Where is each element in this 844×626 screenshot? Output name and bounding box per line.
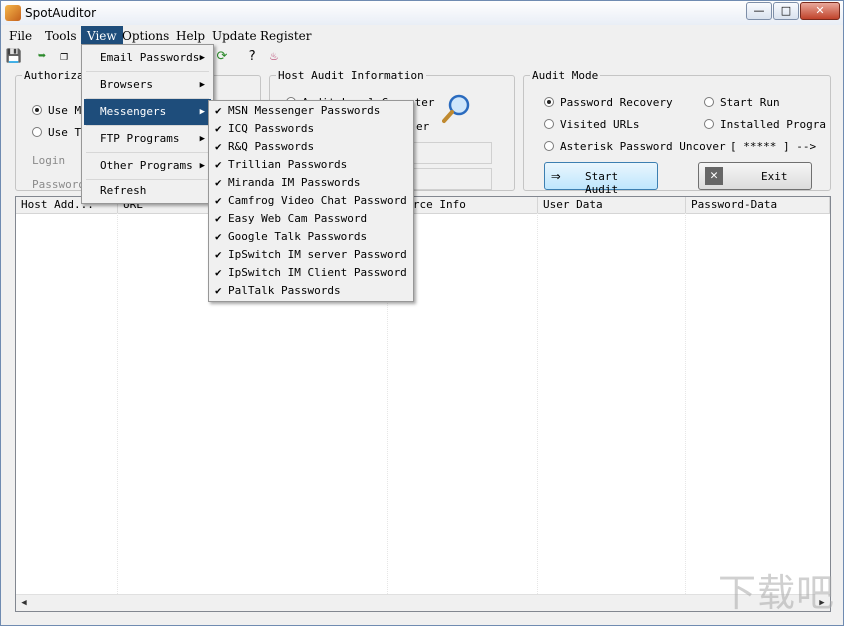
password-label: Password [32,178,85,191]
host-audit-legend: Host Audit Information [278,69,424,82]
grid-divider [537,213,538,594]
checkmark-icon: ✔ [215,266,222,279]
submenu-ipswitch-client[interactable]: ✔ IpSwitch IM Client Password [211,264,411,282]
magnifier-icon[interactable] [442,94,472,124]
menu-browsers[interactable]: Browsers ▶ [84,72,211,98]
results-grid[interactable]: Host Add... URL Source Info User Data Pa… [15,196,831,612]
help-icon[interactable]: ? [243,48,261,66]
menu-help[interactable]: Help [170,26,211,46]
grid-divider [685,213,686,594]
radio-selected-icon [32,105,42,115]
refresh-icon[interactable]: ⟳ [213,48,231,66]
menu-register[interactable]: Register [254,26,317,46]
menu-messengers[interactable]: Messengers ▶ [84,99,211,125]
auth-option-2[interactable]: Use T [32,126,81,139]
close-icon: ✕ [815,4,825,17]
exit-button[interactable]: ✕ Exit [698,162,812,190]
submenu-ipswitch-server[interactable]: ✔ IpSwitch IM server Password [211,246,411,264]
audit-remote-fragment: er [416,120,430,133]
start-audit-button[interactable]: ⇒ Start Audit [544,162,658,196]
watermark-logo: 下载吧 [717,571,835,615]
auth-option-1[interactable]: Use M [32,104,81,117]
menu-options[interactable]: Options [116,26,175,46]
scroll-left-icon[interactable]: ◀ [16,595,32,611]
arrow-right-icon: ⇒ [551,166,561,185]
submenu-arrow-icon: ▶ [199,80,205,90]
login-label: Login [32,154,66,167]
col-user-data[interactable]: User Data [538,197,686,213]
book-icon[interactable]: ♨ [265,48,283,66]
minimize-button[interactable]: — [746,2,772,20]
checkmark-icon: ✔ [215,284,222,297]
submenu-arrow-icon: ▶ [199,134,205,144]
submenu-trillian[interactable]: ✔ Trillian Passwords [211,156,411,174]
export-icon[interactable]: ➥ [33,48,51,66]
menu-tools[interactable]: Tools [39,26,83,46]
radio-icon [704,119,714,129]
checkmark-icon: ✔ [215,158,222,171]
radio-icon [704,97,714,107]
submenu-arrow-icon: ▶ [199,107,205,117]
checkmark-icon: ✔ [215,140,222,153]
close-button[interactable]: ✕ [800,2,840,20]
mode-installed-programs[interactable]: Installed Progra [704,118,826,131]
copy-icon[interactable]: ❐ [55,48,73,66]
save-icon[interactable]: 💾 [5,48,23,66]
audit-mode-legend: Audit Mode [532,69,599,82]
menu-other-programs[interactable]: Other Programs ▶ [84,153,211,179]
app-icon [5,5,21,21]
checkmark-icon: ✔ [215,230,222,243]
submenu-msn[interactable]: ✔ MSN Messenger Passwords [211,102,411,120]
checkmark-icon: ✔ [215,212,222,225]
menu-bar: File Tools View Options Help Update Regi… [1,26,843,46]
submenu-arrow-icon: ▶ [199,53,205,63]
grid-divider [117,213,118,594]
checkmark-icon: ✔ [215,122,222,135]
col-password-data[interactable]: Password-Data [686,197,830,213]
audit-mode-group: Audit Mode Password Recovery Start Run V… [523,69,831,196]
radio-icon [32,127,42,137]
mode-start-run[interactable]: Start Run [704,96,780,109]
title-bar: SpotAuditor — □ ✕ [1,1,843,25]
checkmark-icon: ✔ [215,248,222,261]
mode-asterisk-uncover[interactable]: Asterisk Password Uncover [544,140,726,153]
submenu-paltalk[interactable]: ✔ PalTalk Passwords [211,282,411,300]
checkmark-icon: ✔ [215,176,222,189]
menu-ftp-programs[interactable]: FTP Programs ▶ [84,126,211,152]
minimize-icon: — [753,4,765,17]
view-menu: Email Passwords ▶ Browsers ▶ Messengers ▶ F… [81,44,214,204]
window-title: SpotAuditor [25,6,97,20]
exit-x-icon: ✕ [705,167,723,185]
asterisk-hint: [ ***** ] --> [730,140,817,153]
submenu-easy-web-cam[interactable]: ✔ Easy Web Cam Password [211,210,411,228]
submenu-google-talk[interactable]: ✔ Google Talk Passwords [211,228,411,246]
radio-icon [544,119,554,129]
mode-password-recovery[interactable]: Password Recovery [544,96,673,109]
menu-file[interactable]: File [3,26,38,46]
submenu-icq[interactable]: ✔ ICQ Passwords [211,120,411,138]
radio-selected-icon [544,97,554,107]
checkmark-icon: ✔ [215,194,222,207]
submenu-rq[interactable]: ✔ R&Q Passwords [211,138,411,156]
menu-refresh[interactable]: Refresh [84,178,211,204]
maximize-button[interactable]: □ [773,2,799,20]
checkmark-icon: ✔ [215,104,222,117]
messengers-submenu: ✔ MSN Messenger Passwords ✔ ICQ Passwords … [208,100,414,302]
menu-email-passwords[interactable]: Email Passwords ▶ [84,45,211,71]
mode-visited-urls[interactable]: Visited URLs [544,118,639,131]
horizontal-scrollbar[interactable]: ◀ ▶ [16,594,830,611]
submenu-miranda[interactable]: ✔ Miranda IM Passwords [211,174,411,192]
radio-icon [544,141,554,151]
submenu-arrow-icon: ▶ [199,161,205,171]
submenu-camfrog[interactable]: ✔ Camfrog Video Chat Password [211,192,411,210]
maximize-icon: □ [780,4,792,17]
